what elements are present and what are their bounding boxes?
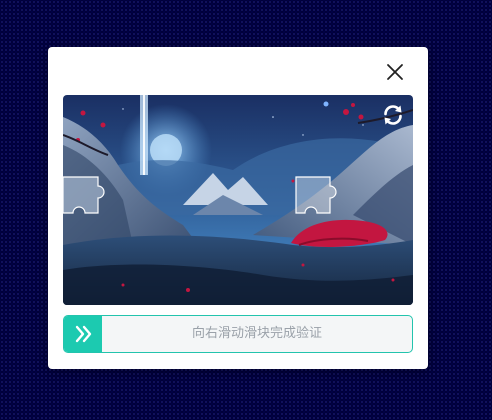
close-icon (387, 64, 403, 80)
refresh-button[interactable] (381, 103, 405, 127)
puzzle-piece-icon (295, 176, 337, 214)
refresh-icon (384, 105, 402, 125)
double-chevron-right-icon (75, 325, 92, 343)
close-button[interactable] (384, 61, 406, 83)
captcha-dialog: 向右滑动滑块完成验证 (48, 47, 428, 369)
slider-track[interactable]: 向右滑动滑块完成验证 (63, 315, 413, 353)
puzzle-slot (295, 176, 345, 214)
puzzle-piece[interactable] (63, 176, 113, 214)
slider-hint-text: 向右滑动滑块完成验证 (191, 326, 322, 341)
slider-handle[interactable] (64, 316, 102, 352)
captcha-image (63, 95, 413, 305)
puzzle-piece-icon (63, 176, 105, 214)
